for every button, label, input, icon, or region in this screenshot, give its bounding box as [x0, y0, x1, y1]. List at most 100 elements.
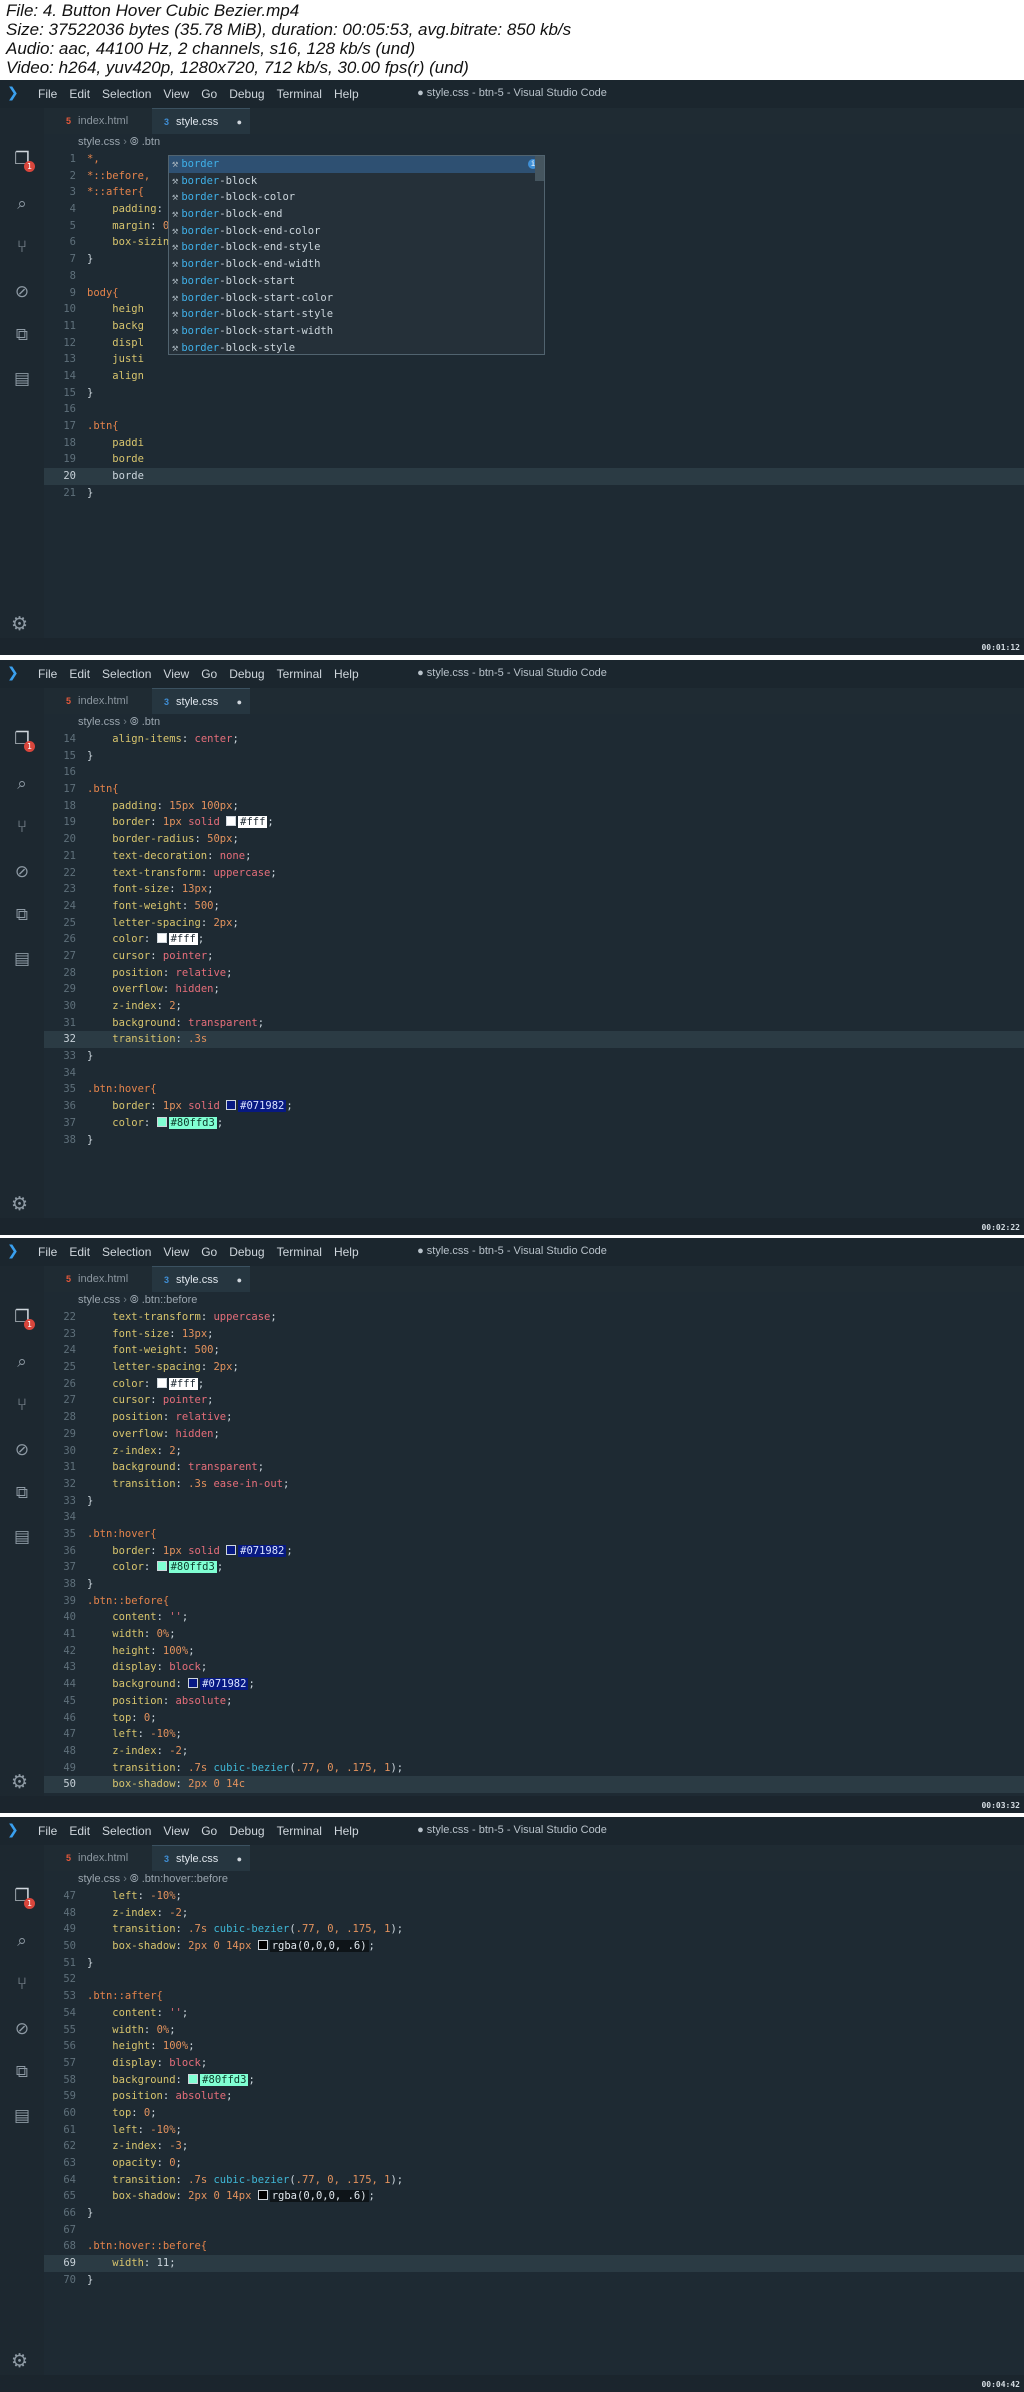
tab-style-css[interactable]: 3 style.css ● — [152, 1266, 250, 1292]
breadcrumb-file[interactable]: style.css — [78, 136, 120, 148]
tab-style-css[interactable]: 3 style.css ● — [152, 108, 250, 134]
code-token: transition — [112, 1477, 176, 1490]
breadcrumb-selector[interactable]: .btn — [142, 136, 160, 148]
suggestion-rest: -block-end-color — [219, 224, 321, 237]
search-icon[interactable]: ⌕ — [11, 1351, 33, 1373]
tab-index-html[interactable]: 5 index.html — [54, 1845, 140, 1871]
suggestion-item[interactable]: ⚒ border-block-start-style — [169, 306, 544, 323]
code-token: -10% — [150, 1890, 176, 1902]
source-control-icon[interactable]: ⑂ — [11, 1973, 33, 1995]
folder-icon[interactable]: ▤ — [11, 1526, 33, 1548]
extensions-icon[interactable]: ⧉ — [11, 1482, 33, 1504]
debug-icon[interactable]: ⊘ — [11, 1439, 33, 1461]
breadcrumb-selector[interactable]: .btn:hover::before — [142, 1873, 228, 1885]
code-editor[interactable]: 22 text-transform: uppercase; 23 font-siz… — [44, 1309, 1024, 1796]
tab-style-css[interactable]: 3 style.css ● — [152, 688, 250, 714]
color-swatch[interactable] — [156, 933, 167, 944]
breadcrumb-file[interactable]: style.css — [78, 716, 120, 728]
code-line: 58 background: #80ffd3; — [44, 2072, 1024, 2089]
suggestion-item[interactable]: ⚒ border i — [169, 156, 544, 173]
tab-index-html[interactable]: 5 index.html — [54, 688, 140, 714]
color-swatch[interactable] — [188, 2073, 199, 2084]
property-wrench-icon: ⚒ — [172, 324, 179, 337]
code-line: 30 z-index: 2; — [44, 998, 1024, 1015]
settings-gear-icon[interactable]: ⚙ — [11, 2350, 28, 2372]
suggestion-item[interactable]: ⚒ border-block-end — [169, 206, 544, 223]
breadcrumb-file[interactable]: style.css — [78, 1873, 120, 1885]
source-control-icon[interactable]: ⑂ — [11, 816, 33, 838]
tab-style-css[interactable]: 3 style.css ● — [152, 1845, 250, 1871]
code-token: ; — [181, 1906, 189, 1919]
code-token: ; — [257, 1461, 265, 1474]
explorer-icon[interactable]: ❐ 1 — [11, 148, 35, 172]
code-editor[interactable]: 47 left: -10%; 48 z-index: -2; 49 transiti… — [44, 1888, 1024, 2375]
settings-gear-icon[interactable]: ⚙ — [11, 613, 28, 635]
line-number: 35 — [63, 1083, 76, 1096]
suggestion-item[interactable]: ⚒ border-block-start — [169, 273, 544, 290]
color-swatch[interactable] — [156, 1116, 167, 1127]
video-file-line: File: 4. Button Hover Cubic Bezier.mp4 — [6, 1, 300, 20]
explorer-icon[interactable]: ❐ 1 — [11, 1306, 35, 1330]
suggestion-scrollbar[interactable] — [535, 156, 544, 181]
color-swatch[interactable] — [226, 816, 237, 827]
code-token: : — [200, 1311, 214, 1323]
breadcrumb-symbol-icon: ⦾ — [129, 1873, 142, 1885]
code-editor[interactable]: 14 align-items: center; 15} 16 17 .btn{18 pa… — [44, 731, 1024, 1218]
suggestion-rest: -block-start — [219, 274, 296, 287]
extensions-icon[interactable]: ⧉ — [11, 904, 33, 926]
source-control-icon[interactable]: ⑂ — [11, 236, 33, 258]
breadcrumb-file[interactable]: style.css — [78, 1294, 120, 1306]
search-icon[interactable]: ⌕ — [11, 1930, 33, 1952]
color-swatch[interactable] — [226, 1100, 237, 1111]
search-icon[interactable]: ⌕ — [11, 773, 33, 795]
code-token: z-index — [112, 1906, 157, 1919]
code-token: : — [143, 1377, 157, 1390]
suggestion-item[interactable]: ⚒ border-block-start-width — [169, 323, 544, 340]
extensions-icon[interactable]: ⧉ — [11, 324, 33, 346]
settings-gear-icon[interactable]: ⚙ — [11, 1771, 28, 1793]
breadcrumb-selector[interactable]: .btn — [142, 716, 160, 728]
folder-icon[interactable]: ▤ — [11, 368, 33, 390]
unsaved-dot-icon[interactable]: ● — [237, 689, 242, 715]
color-swatch[interactable] — [257, 1940, 268, 1951]
autocomplete-suggestions[interactable]: ⚒ border i ⚒ border-block ⚒ border-block-color… — [168, 155, 545, 355]
unsaved-dot-icon[interactable]: ● — [237, 1846, 242, 1872]
source-control-icon[interactable]: ⑂ — [11, 1394, 33, 1416]
color-swatch[interactable] — [156, 1377, 167, 1388]
color-swatch[interactable] — [257, 2190, 268, 2201]
code-line: 51} — [44, 1955, 1024, 1972]
folder-icon[interactable]: ▤ — [11, 2105, 33, 2127]
debug-icon[interactable]: ⊘ — [11, 861, 33, 883]
suggestion-item[interactable]: ⚒ border-block-start-color — [169, 290, 544, 307]
suggestion-item[interactable]: ⚒ border-block-end-style — [169, 239, 544, 256]
tab-index-html[interactable]: 5 index.html — [54, 1266, 140, 1292]
folder-icon[interactable]: ▤ — [11, 948, 33, 970]
code-line: 25 letter-spacing: 2px; — [44, 915, 1024, 932]
search-icon[interactable]: ⌕ — [11, 193, 33, 215]
explorer-icon[interactable]: ❐ 1 — [11, 1885, 35, 1909]
suggestion-item[interactable]: ⚒ border-block — [169, 173, 544, 190]
explorer-icon[interactable]: ❐ 1 — [11, 728, 35, 752]
extensions-icon[interactable]: ⧉ — [11, 2061, 33, 2083]
breadcrumb-selector[interactable]: .btn::before — [142, 1294, 198, 1306]
suggestion-item[interactable]: ⚒ border-block-end-width — [169, 256, 544, 273]
tab-index-html[interactable]: 5 index.html — [54, 108, 140, 134]
settings-gear-icon[interactable]: ⚙ — [11, 1193, 28, 1215]
activity-bar: ❐ 1 ⌕ ⑂ ⊘ ⧉ ▤ ⚙ — [0, 1266, 44, 1813]
color-swatch[interactable] — [226, 1544, 237, 1555]
debug-icon[interactable]: ⊘ — [11, 281, 33, 303]
color-swatch[interactable] — [156, 1561, 167, 1572]
debug-icon[interactable]: ⊘ — [11, 2018, 33, 2040]
color-swatch[interactable] — [188, 1678, 199, 1689]
suggestion-item[interactable]: ⚒ border-block-end-color — [169, 223, 544, 240]
unsaved-dot-icon[interactable]: ● — [237, 109, 242, 135]
unsaved-dot-icon[interactable]: ● — [237, 1267, 242, 1293]
code-token: color — [112, 1377, 144, 1390]
suggestion-item[interactable]: ⚒ border-block-color — [169, 189, 544, 206]
suggestion-item[interactable]: ⚒ border-block-style — [169, 340, 544, 357]
